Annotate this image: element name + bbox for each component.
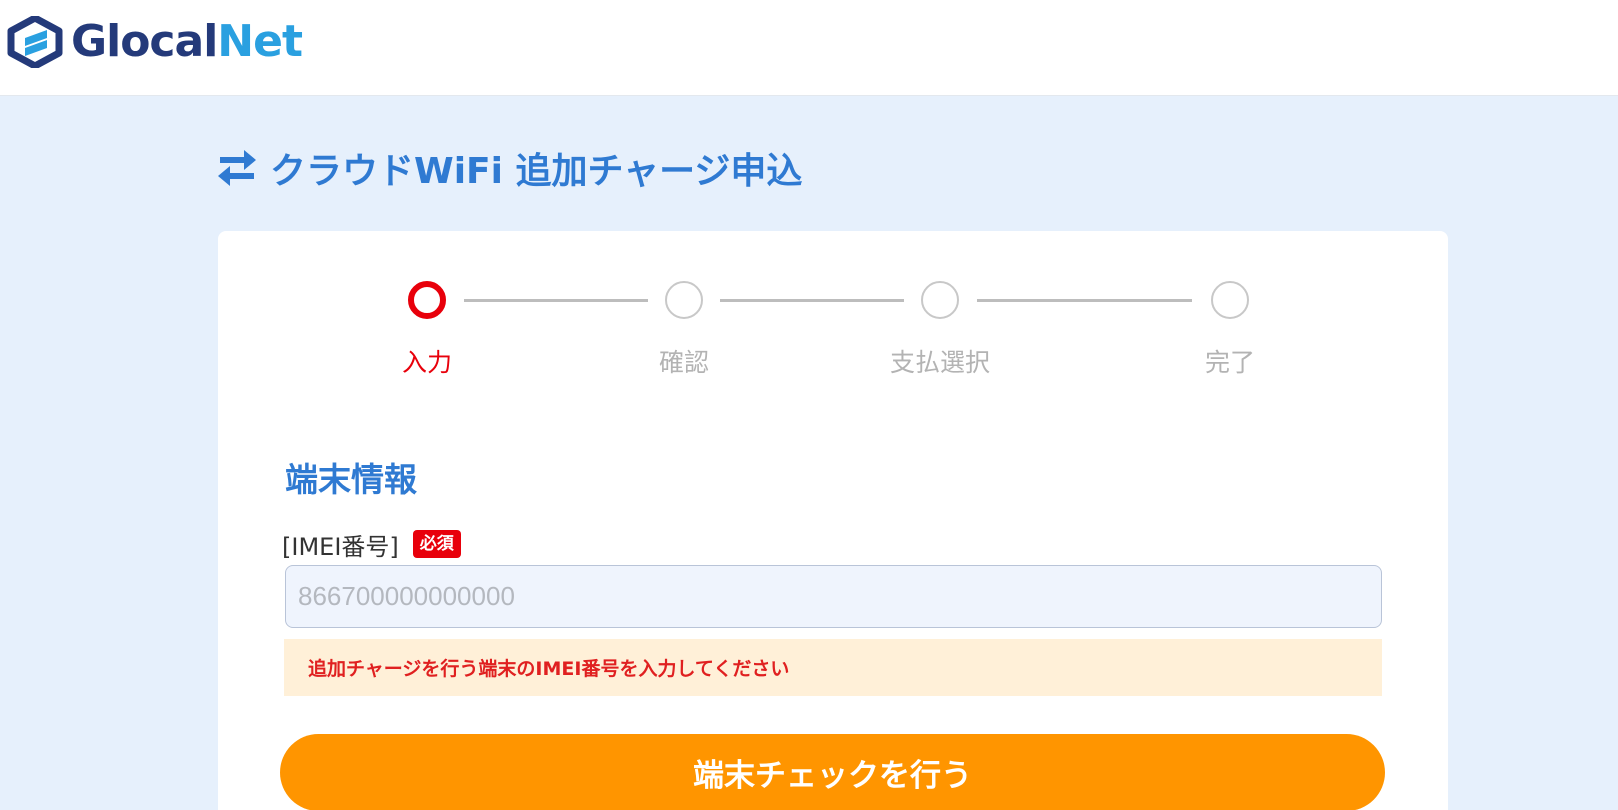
progress-stepper: 入力 確認 支払選択 完了: [218, 231, 1448, 381]
imei-input[interactable]: [285, 565, 1382, 628]
page-title: クラウドWiFi 追加チャージ申込: [216, 140, 802, 196]
imei-label: [IMEI番号]: [282, 532, 399, 561]
device-check-button[interactable]: 端末チェックを行う: [280, 734, 1385, 810]
section-title: 端末情報: [285, 460, 417, 499]
required-badge: 必須: [412, 530, 461, 558]
step-4-circle: [1211, 281, 1249, 319]
step-3-circle: [921, 281, 959, 319]
glocalnet-logo-icon: [7, 16, 63, 68]
hint-text: 追加チャージを行う端末のIMEI番号を入力してください: [308, 658, 790, 680]
step-1-label: 入力: [401, 348, 452, 377]
site-header: GlocalNet: [0, 0, 1618, 96]
form-card: 入力 確認 支払選択 完了 端末情報 [IMEI番号] 必須 追加チャージを行う…: [218, 231, 1448, 810]
step-connector: [977, 299, 1192, 302]
logo-text-net: Net: [217, 16, 303, 67]
page-title-text: クラウドWiFi 追加チャージ申込: [270, 151, 803, 192]
imei-label-row: [IMEI番号] 必須: [282, 527, 461, 561]
step-3-label: 支払選択: [889, 348, 990, 377]
exchange-arrows-icon: [218, 150, 256, 186]
step-4-label: 完了: [1204, 348, 1255, 377]
logo-text-glocal: Glocal: [71, 16, 218, 67]
step-2-circle: [665, 281, 703, 319]
step-2-label: 確認: [658, 348, 709, 377]
glocalnet-logo[interactable]: GlocalNet: [7, 16, 303, 68]
step-connector: [464, 299, 648, 302]
step-1-circle: [408, 281, 446, 319]
step-connector: [720, 299, 904, 302]
logo-text: GlocalNet: [71, 16, 303, 68]
hint-box: 追加チャージを行う端末のIMEI番号を入力してください: [284, 639, 1382, 696]
